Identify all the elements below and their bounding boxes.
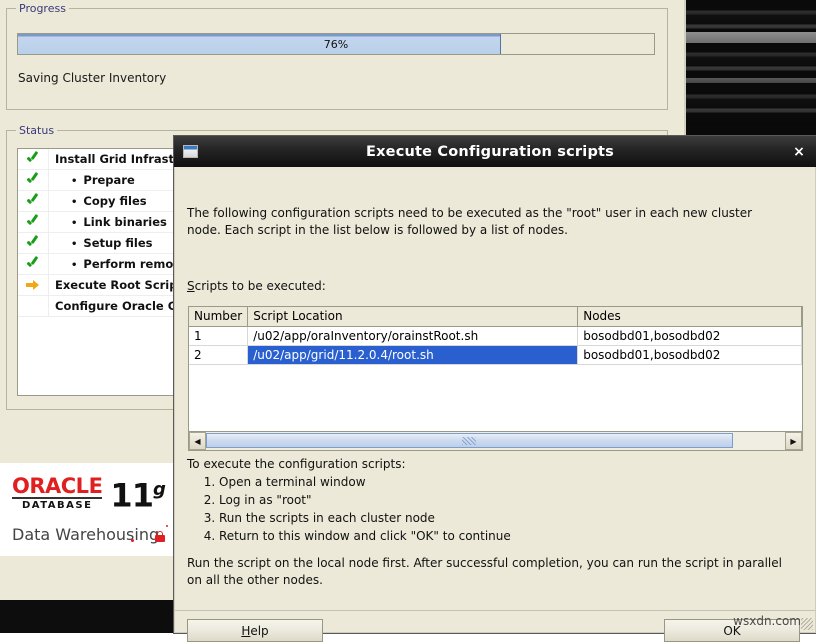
cell-script-location[interactable]: /u02/app/oraInventory/orainstRoot.sh xyxy=(247,326,579,346)
desktop-stripe xyxy=(684,32,816,43)
status-icon-cell xyxy=(18,149,49,169)
scripts-label-rest: cripts to be executed: xyxy=(194,279,326,293)
status-icon-cell xyxy=(18,233,49,253)
progress-group: Progress 76% Saving Cluster Inventory xyxy=(6,2,668,110)
orange-arrow-icon xyxy=(26,279,40,291)
column-header-number[interactable]: Number xyxy=(189,307,249,327)
column-header-script-location[interactable]: Script Location xyxy=(247,307,579,327)
table-horizontal-scrollbar[interactable]: ◀ ▶ xyxy=(188,432,803,451)
status-item-label: Execute Root Scripts xyxy=(55,278,190,292)
green-check-icon xyxy=(26,257,40,271)
oracle-logo: ORACLE DATABASE 11g xyxy=(12,474,166,512)
column-header-nodes[interactable]: Nodes xyxy=(577,307,802,327)
dialog-body: The following configuration scripts need… xyxy=(174,167,816,642)
status-icon-cell xyxy=(18,170,49,190)
table-header-row: Number Script Location Nodes xyxy=(189,307,802,327)
dialog-intro-text: The following configuration scripts need… xyxy=(187,206,753,237)
desktop-stripe xyxy=(684,78,816,83)
status-group-title: Status xyxy=(16,124,58,137)
instruction-item: Return to this window and click "OK" to … xyxy=(219,527,511,545)
scrollbar-thumb[interactable] xyxy=(206,433,733,448)
oracle-version: 11g xyxy=(110,476,166,512)
progress-percent-label: 76% xyxy=(323,37,349,51)
status-icon-cell xyxy=(18,275,49,295)
green-check-icon xyxy=(26,236,40,250)
green-check-icon xyxy=(26,215,40,229)
green-check-icon xyxy=(26,194,40,208)
scripts-label-mnemonic: S xyxy=(187,279,195,293)
cell-number[interactable]: 1 xyxy=(189,326,249,346)
oracle-wordmark-text: ORACLE xyxy=(12,474,103,498)
green-check-icon xyxy=(26,152,40,166)
oracle-tagline: Data Warehousing xyxy=(12,525,160,544)
status-icon-cell xyxy=(18,212,49,232)
status-item-label: Link binaries xyxy=(49,215,167,229)
dialog-titlebar[interactable]: Execute Configuration scripts × xyxy=(174,136,816,167)
oracle-database-text: DATABASE xyxy=(21,500,93,511)
progress-group-title: Progress xyxy=(16,2,69,15)
table-row[interactable]: 1/u02/app/oraInventory/orainstRoot.sh bos… xyxy=(189,326,802,346)
scripts-table-head: Number Script Location Nodes xyxy=(189,307,802,327)
scroll-left-arrow-icon[interactable]: ◀ xyxy=(189,432,206,450)
oracle-wordmark: ORACLE DATABASE xyxy=(12,474,103,511)
execution-instructions: To execute the configuration scripts: Op… xyxy=(187,455,511,545)
scripts-table[interactable]: Number Script Location Nodes 1/u02/app/o… xyxy=(189,307,802,365)
instructions-heading: To execute the configuration scripts: xyxy=(187,457,406,471)
scripts-table-body: 1/u02/app/oraInventory/orainstRoot.sh bos… xyxy=(189,326,802,365)
lock-body xyxy=(155,535,165,542)
help-button-label: elp xyxy=(250,623,269,638)
dialog-title: Execute Configuration scripts xyxy=(366,143,614,160)
execute-configuration-scripts-dialog: Execute Configuration scripts × The foll… xyxy=(174,136,816,642)
logo-dot xyxy=(131,539,134,542)
status-item-label: Setup files xyxy=(49,236,152,250)
green-check-icon xyxy=(26,173,40,187)
resize-grip-icon[interactable] xyxy=(801,618,813,630)
help-button-mnemonic: H xyxy=(241,623,251,638)
status-icon-cell xyxy=(18,254,49,274)
progress-status-text: Saving Cluster Inventory xyxy=(18,71,167,85)
progress-bar: 76% xyxy=(17,33,655,55)
oracle-version-number: 11 xyxy=(110,476,154,515)
scrollbar-grip-icon xyxy=(462,437,477,445)
cell-number[interactable]: 2 xyxy=(189,345,249,365)
desktop-bottom-band xyxy=(0,600,175,633)
instruction-item: Open a terminal window xyxy=(219,473,511,491)
window-icon xyxy=(183,145,198,158)
status-icon-cell xyxy=(18,191,49,211)
help-button[interactable]: Help xyxy=(187,619,323,642)
dialog-separator xyxy=(175,610,815,611)
scripts-table-container[interactable]: Number Script Location Nodes 1/u02/app/o… xyxy=(188,306,803,432)
scrollbar-track[interactable] xyxy=(206,432,785,450)
cell-nodes[interactable]: bosodbd01,bosodbd02 xyxy=(577,326,802,346)
scroll-right-arrow-icon[interactable]: ▶ xyxy=(785,432,802,450)
logo-dot xyxy=(166,525,168,527)
close-icon[interactable]: × xyxy=(782,144,816,160)
instructions-list: Open a terminal windowLog in as "root"Ru… xyxy=(187,473,511,545)
cell-script-location[interactable]: /u02/app/grid/11.2.0.4/root.sh xyxy=(247,345,579,365)
status-item-label: Copy files xyxy=(49,194,146,208)
cell-nodes[interactable]: bosodbd01,bosodbd02 xyxy=(577,345,802,365)
scripts-to-execute-label: Scripts to be executed: xyxy=(187,279,326,293)
status-icon-cell xyxy=(18,296,49,316)
instruction-item: Run the scripts in each cluster node xyxy=(219,509,511,527)
dialog-footer-note: Run the script on the local node first. … xyxy=(187,556,782,587)
red-lock-icon xyxy=(155,531,165,542)
instruction-item: Log in as "root" xyxy=(219,491,511,509)
status-item-label: Prepare xyxy=(49,173,134,187)
watermark-text: wsxdn.com xyxy=(733,614,801,628)
table-row[interactable]: 2/u02/app/grid/11.2.0.4/root.sh bosodbd01… xyxy=(189,345,802,365)
oracle-version-suffix: g xyxy=(152,479,166,500)
